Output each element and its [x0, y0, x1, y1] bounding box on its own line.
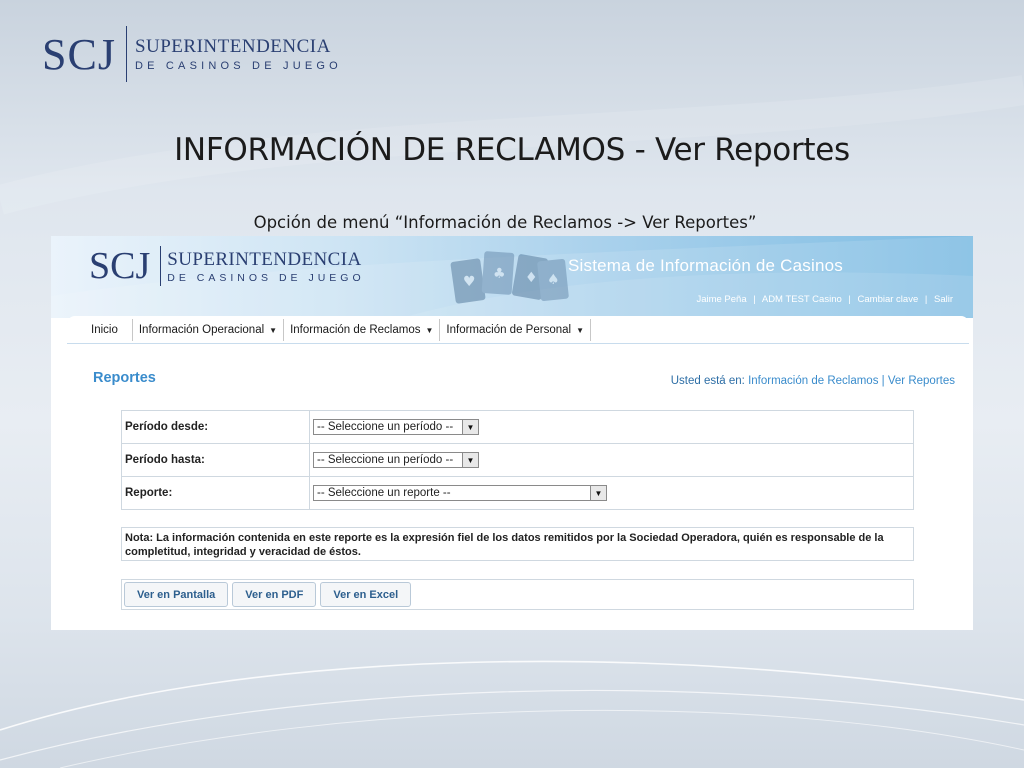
svg-text:♣: ♣ — [493, 266, 506, 282]
svg-text:♦: ♦ — [525, 270, 538, 286]
menu-item-label: Información Operacional — [138, 324, 265, 336]
app-logo-mark: SCJ — [89, 245, 151, 287]
menu-item-informacion-de-reclamos[interactable]: Información de Reclamos ▼ — [284, 319, 441, 341]
dropdown-arrow-icon: ▼ — [462, 453, 478, 467]
dropdown-arrow-icon: ▼ — [462, 420, 478, 434]
view-pdf-button[interactable]: Ver en PDF — [232, 582, 317, 607]
menu-item-inicio[interactable]: Inicio — [81, 319, 133, 341]
menu-item-label: Información de Personal — [446, 324, 572, 336]
main-menu: Inicio Información Operacional ▼ Informa… — [67, 316, 969, 344]
caret-down-icon: ▼ — [425, 325, 434, 335]
app-header: SCJ SUPERINTENDENCIA DE CASINOS DE JUEGO… — [51, 236, 973, 318]
logout-link[interactable]: Salir — [934, 294, 953, 305]
slide-subtitle: Opción de menú “Información de Reclamos … — [253, 213, 757, 232]
slide-title: INFORMACIÓN DE RECLAMOS - Ver Reportes — [174, 132, 850, 168]
menu-item-informacion-operacional[interactable]: Información Operacional ▼ — [133, 319, 285, 341]
breadcrumb-page-link[interactable]: Ver Reportes — [888, 375, 955, 387]
action-buttons: Ver en Pantalla Ver en PDF Ver en Excel — [121, 579, 914, 610]
svg-text:♥: ♥ — [463, 274, 476, 290]
period-from-select[interactable]: -- Seleccione un período -- ▼ — [313, 419, 479, 435]
app-screenshot: SCJ SUPERINTENDENCIA DE CASINOS DE JUEGO… — [51, 236, 973, 630]
report-label: Reporte: — [121, 476, 310, 510]
breadcrumb-section-link[interactable]: Información de Reclamos — [748, 375, 878, 387]
app-logo-line2: DE CASINOS DE JUEGO — [167, 271, 365, 284]
breadcrumb: Usted está en: Información de Reclamos |… — [671, 375, 955, 387]
menu-item-label: Información de Reclamos — [290, 324, 421, 336]
caret-down-icon: ▼ — [576, 325, 584, 335]
view-excel-button[interactable]: Ver en Excel — [320, 582, 412, 607]
user-name-link[interactable]: Jaime Peña — [696, 294, 746, 305]
form-row-period-from: Período desde: -- Seleccione un período … — [121, 410, 914, 444]
casino-link[interactable]: ADM TEST Casino — [762, 294, 842, 305]
user-links-separator: | — [848, 294, 851, 305]
main-content: Reportes Usted está en: Información de R… — [67, 344, 969, 630]
user-links: Jaime Peña | ADM TEST Casino | Cambiar c… — [696, 294, 953, 305]
period-from-value: -- Seleccione un período -- — [317, 421, 454, 433]
logo-line1: SUPERINTENDENCIA — [134, 36, 331, 57]
logo-divider — [125, 26, 127, 82]
user-links-separator: | — [753, 294, 756, 305]
logo-line2: DE CASINOS DE JUEGO — [134, 60, 342, 72]
breadcrumb-separator: | — [881, 375, 885, 387]
period-to-label: Período hasta: — [121, 443, 310, 477]
report-note: Nota: La información contenida en este r… — [121, 527, 914, 561]
slide-logo: SCJ SUPERINTENDENCIA DE CASINOS DE JUEGO — [42, 22, 342, 86]
breadcrumb-label: Usted está en: — [670, 375, 745, 387]
form-row-report: Reporte: -- Seleccione un reporte -- ▼ — [121, 476, 914, 510]
app-logo-divider — [160, 246, 162, 286]
svg-text:♠: ♠ — [547, 272, 560, 288]
logo-mark: SCJ — [42, 29, 116, 79]
app-logo-line1: SUPERINTENDENCIA — [167, 248, 362, 270]
form-row-period-to: Período hasta: -- Seleccione un período … — [121, 443, 914, 477]
caret-down-icon: ▼ — [269, 325, 278, 335]
period-to-select[interactable]: -- Seleccione un período -- ▼ — [313, 452, 479, 468]
report-value: -- Seleccione un reporte -- — [317, 487, 451, 499]
playing-cards-icon: ♥ ♣ ♦ ♠ — [450, 251, 569, 304]
user-links-separator: | — [924, 294, 928, 305]
page-heading: Reportes — [93, 370, 156, 386]
report-select[interactable]: -- Seleccione un reporte -- ▼ — [313, 485, 607, 501]
menu-item-label: Inicio — [91, 324, 118, 336]
report-form: Período desde: -- Seleccione un período … — [121, 410, 914, 510]
dropdown-arrow-icon: ▼ — [590, 486, 606, 500]
period-to-value: -- Seleccione un período -- — [317, 454, 454, 466]
menu-item-informacion-de-personal[interactable]: Información de Personal ▼ — [440, 319, 591, 341]
system-title: Sistema de Información de Casinos — [568, 256, 843, 275]
change-password-link[interactable]: Cambiar clave — [858, 294, 919, 305]
view-on-screen-button[interactable]: Ver en Pantalla — [124, 582, 229, 607]
period-from-label: Período desde: — [121, 410, 310, 444]
app-logo: SCJ SUPERINTENDENCIA DE CASINOS DE JUEGO — [89, 244, 365, 288]
